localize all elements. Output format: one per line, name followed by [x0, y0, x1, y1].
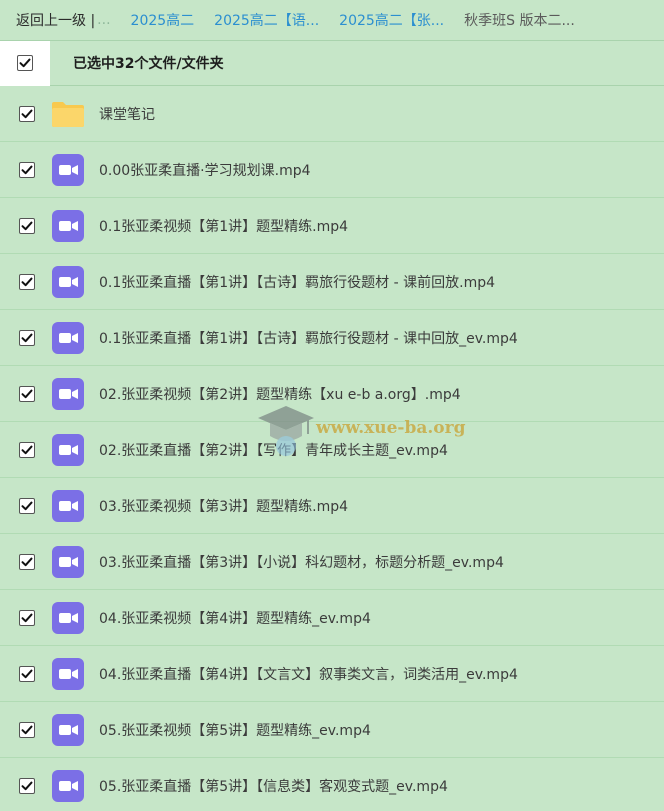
row-checkbox[interactable]	[19, 329, 35, 346]
checkmark-icon	[21, 165, 33, 174]
checkmark-icon	[21, 445, 33, 454]
row-checkbox[interactable]	[19, 777, 35, 794]
row-checkbox[interactable]	[19, 161, 35, 178]
row-checkbox[interactable]	[19, 441, 35, 458]
video-icon	[35, 769, 85, 803]
video-icon	[35, 657, 85, 691]
checkmark-icon	[21, 333, 33, 342]
video-icon	[52, 153, 84, 186]
video-icon	[52, 433, 84, 466]
row-checkbox[interactable]	[19, 105, 35, 122]
video-icon	[35, 433, 85, 467]
file-name[interactable]: 0.1张亚柔直播【第1讲】【古诗】羁旅行役题材 - 课前回放.mp4	[99, 272, 495, 292]
breadcrumb: 返回上一级 | ... 2025高二 2025高二【语... 2025高二【张.…	[0, 0, 664, 40]
video-icon	[35, 489, 85, 523]
file-name[interactable]: 0.00张亚柔直播·学习规划课.mp4	[99, 160, 311, 180]
file-name[interactable]: 03.张亚柔直播【第3讲】【小说】科幻题材，标题分析题_ev.mp4	[99, 552, 504, 572]
video-icon	[35, 153, 85, 187]
breadcrumb-link[interactable]: 2025高二【语...	[214, 10, 319, 30]
row-checkbox[interactable]	[19, 553, 35, 570]
checkmark-icon	[21, 389, 33, 398]
checkmark-icon	[21, 501, 33, 510]
video-icon	[52, 657, 84, 690]
file-row[interactable]: 0.1张亚柔直播【第1讲】【古诗】羁旅行役题材 - 课前回放.mp4	[0, 254, 664, 310]
file-name[interactable]: 04.张亚柔直播【第4讲】【文言文】叙事类文言，词类活用_ev.mp4	[99, 664, 518, 684]
file-name[interactable]: 03.张亚柔视频【第3讲】题型精练.mp4	[99, 496, 348, 516]
checkmark-icon	[21, 613, 33, 622]
video-icon	[52, 545, 84, 578]
file-name[interactable]: 04.张亚柔视频【第4讲】题型精练_ev.mp4	[99, 608, 371, 628]
file-row[interactable]: 05.张亚柔视频【第5讲】题型精练_ev.mp4	[0, 702, 664, 758]
file-name[interactable]: 05.张亚柔直播【第5讲】【信息类】客观变式题_ev.mp4	[99, 776, 448, 796]
file-row[interactable]: 0.1张亚柔直播【第1讲】【古诗】羁旅行役题材 - 课中回放_ev.mp4	[0, 310, 664, 366]
video-icon	[35, 265, 85, 299]
file-list: 课堂笔记 0.00张亚柔直播·学习规划课.mp4 0.1张亚柔视频【第1讲】题型精练…	[0, 86, 664, 811]
video-icon	[35, 209, 85, 243]
row-checkbox[interactable]	[19, 721, 35, 738]
video-icon	[52, 713, 84, 746]
select-all-checkbox[interactable]	[17, 55, 33, 71]
video-icon	[35, 377, 85, 411]
video-icon	[52, 209, 84, 242]
video-icon	[52, 601, 84, 634]
breadcrumb-ellipsis: ...	[97, 12, 111, 28]
row-checkbox[interactable]	[19, 497, 35, 514]
folder-icon	[35, 97, 85, 131]
row-checkbox[interactable]	[19, 217, 35, 234]
file-row[interactable]: 03.张亚柔视频【第3讲】题型精练.mp4	[0, 478, 664, 534]
row-checkbox[interactable]	[19, 385, 35, 402]
file-row[interactable]: 04.张亚柔直播【第4讲】【文言文】叙事类文言，词类活用_ev.mp4	[0, 646, 664, 702]
file-name[interactable]: 05.张亚柔视频【第5讲】题型精练_ev.mp4	[99, 720, 371, 740]
checkmark-icon	[21, 725, 33, 734]
video-icon	[35, 545, 85, 579]
file-row[interactable]: 05.张亚柔直播【第5讲】【信息类】客观变式题_ev.mp4	[0, 758, 664, 811]
row-checkbox[interactable]	[19, 609, 35, 626]
video-icon	[52, 377, 84, 410]
checkmark-icon	[21, 277, 33, 286]
checkmark-icon	[19, 58, 31, 68]
row-checkbox[interactable]	[19, 665, 35, 682]
video-icon	[35, 713, 85, 747]
video-icon	[52, 265, 84, 298]
checkmark-icon	[21, 557, 33, 566]
file-name[interactable]: 02.张亚柔直播【第2讲】【写作】青年成长主题_ev.mp4	[99, 440, 448, 460]
folder-icon	[52, 101, 84, 127]
video-icon	[52, 489, 84, 522]
video-icon	[52, 321, 84, 354]
file-row[interactable]: 02.张亚柔直播【第2讲】【写作】青年成长主题_ev.mp4	[0, 422, 664, 478]
breadcrumb-link[interactable]: 2025高二	[131, 10, 195, 30]
row-checkbox[interactable]	[19, 273, 35, 290]
breadcrumb-link[interactable]: 2025高二【张...	[339, 10, 444, 30]
checkmark-icon	[21, 781, 33, 790]
back-link[interactable]: 返回上一级 |	[16, 10, 95, 30]
video-icon	[52, 769, 84, 802]
folder-row[interactable]: 课堂笔记	[0, 86, 664, 142]
file-row[interactable]: 02.张亚柔视频【第2讲】题型精练【xu e-b a.org】.mp4	[0, 366, 664, 422]
file-name[interactable]: 0.1张亚柔直播【第1讲】【古诗】羁旅行役题材 - 课中回放_ev.mp4	[99, 328, 518, 348]
checkmark-icon	[21, 669, 33, 678]
file-name[interactable]: 0.1张亚柔视频【第1讲】题型精练.mp4	[99, 216, 348, 236]
selection-count: 已选中32个文件/文件夹	[73, 56, 224, 72]
breadcrumb-current: 秋季班S 版本二...	[464, 13, 575, 29]
file-row[interactable]: 03.张亚柔直播【第3讲】【小说】科幻题材，标题分析题_ev.mp4	[0, 534, 664, 590]
file-browser: 返回上一级 | ... 2025高二 2025高二【语... 2025高二【张.…	[0, 0, 664, 811]
checkmark-icon	[21, 109, 33, 118]
select-all-cell	[0, 40, 50, 86]
file-name[interactable]: 课堂笔记	[99, 104, 155, 124]
video-icon	[35, 321, 85, 355]
selection-header: 已选中32个文件/文件夹	[0, 40, 664, 86]
file-row[interactable]: 0.00张亚柔直播·学习规划课.mp4	[0, 142, 664, 198]
file-row[interactable]: 0.1张亚柔视频【第1讲】题型精练.mp4	[0, 198, 664, 254]
file-name[interactable]: 02.张亚柔视频【第2讲】题型精练【xu e-b a.org】.mp4	[99, 384, 461, 404]
video-icon	[35, 601, 85, 635]
file-row[interactable]: 04.张亚柔视频【第4讲】题型精练_ev.mp4	[0, 590, 664, 646]
checkmark-icon	[21, 221, 33, 230]
